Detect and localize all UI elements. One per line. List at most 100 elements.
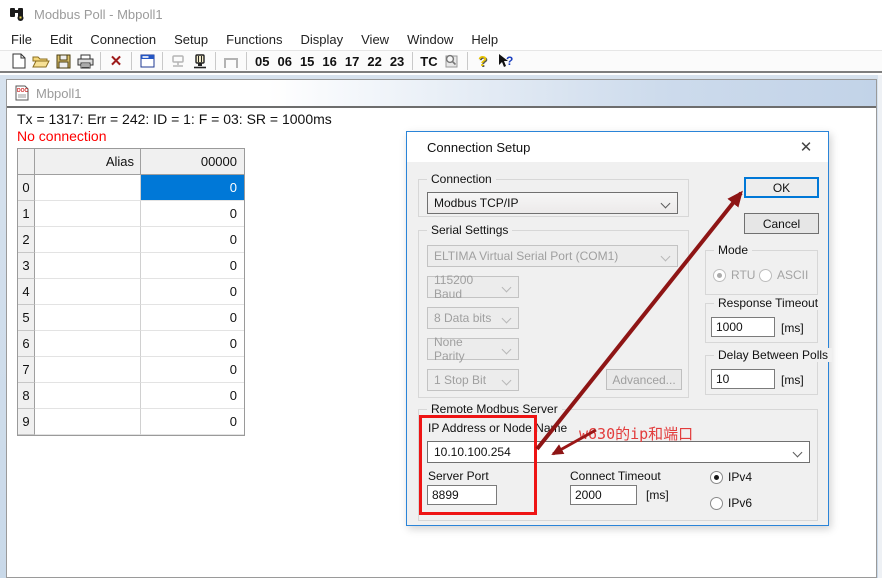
document-title: Mbpoll1 [36, 86, 82, 101]
fc-15-button[interactable]: 15 [296, 54, 318, 69]
close-icon[interactable]: ✕ [796, 138, 816, 156]
response-timeout-unit: [ms] [781, 321, 804, 335]
row-header[interactable]: 6 [18, 331, 35, 357]
delay-input[interactable] [711, 369, 775, 389]
print-icon[interactable] [74, 52, 96, 71]
value-cell[interactable]: 0 [141, 253, 244, 279]
value-cell[interactable]: 0 [141, 409, 244, 435]
menu-connection[interactable]: Connection [81, 29, 165, 50]
row-header[interactable]: 2 [18, 227, 35, 253]
fc-06-button[interactable]: 06 [273, 54, 295, 69]
fc-16-button[interactable]: 16 [318, 54, 340, 69]
fc-23-button[interactable]: 23 [386, 54, 408, 69]
alias-cell[interactable] [35, 175, 141, 201]
value-column-header[interactable]: 00000 [141, 149, 244, 175]
menu-edit[interactable]: Edit [41, 29, 81, 50]
register-grid: Alias 00000 0 0 1 0 2 0 3 0 4 0 5 [17, 148, 245, 436]
response-timeout-input[interactable] [711, 317, 775, 337]
cancel-button[interactable]: Cancel [744, 213, 819, 234]
value-cell[interactable]: 0 [141, 227, 244, 253]
value-cell[interactable]: 0 [141, 305, 244, 331]
test-center-button[interactable]: TC [417, 54, 440, 69]
context-help-icon[interactable]: ? [494, 52, 516, 71]
poll-setup-icon[interactable] [189, 52, 211, 71]
ipv4-radio[interactable]: IPv4 [710, 470, 752, 484]
zoom-doc-icon[interactable] [441, 52, 463, 71]
row-header[interactable]: 8 [18, 383, 35, 409]
fc-17-button[interactable]: 17 [341, 54, 363, 69]
table-row: 1 0 [18, 201, 244, 227]
advanced-button: Advanced... [606, 369, 682, 390]
table-row: 5 0 [18, 305, 244, 331]
alias-cell[interactable] [35, 253, 141, 279]
serial-settings-group-label: Serial Settings [427, 223, 512, 237]
connection-status: No connection [17, 128, 107, 144]
alias-cell[interactable] [35, 383, 141, 409]
data-bits-select: 8 Data bits [427, 307, 519, 329]
fc-05-button[interactable]: 05 [251, 54, 273, 69]
menu-file[interactable]: File [2, 29, 41, 50]
display-window-icon[interactable] [136, 52, 158, 71]
row-header[interactable]: 5 [18, 305, 35, 331]
row-header[interactable]: 9 [18, 409, 35, 435]
alias-cell[interactable] [35, 279, 141, 305]
value-cell[interactable]: 0 [141, 383, 244, 409]
connection-group-label: Connection [427, 172, 496, 186]
stop-bits-value: 1 Stop Bit [434, 373, 486, 387]
menu-view[interactable]: View [352, 29, 398, 50]
value-cell[interactable]: 0 [141, 201, 244, 227]
alias-cell[interactable] [35, 201, 141, 227]
connect-timeout-input[interactable] [570, 485, 637, 505]
row-header[interactable]: 1 [18, 201, 35, 227]
new-file-icon[interactable] [8, 52, 30, 71]
toolbar-separator [412, 52, 413, 70]
ok-button[interactable]: OK [744, 177, 819, 198]
row-header[interactable]: 3 [18, 253, 35, 279]
menu-functions[interactable]: Functions [217, 29, 291, 50]
radio-icon [710, 471, 723, 484]
menu-setup[interactable]: Setup [165, 29, 217, 50]
menu-help[interactable]: Help [462, 29, 507, 50]
value-cell[interactable]: 0 [141, 357, 244, 383]
chevron-down-icon [502, 345, 512, 355]
alias-cell[interactable] [35, 227, 141, 253]
window-title: Modbus Poll - Mbpoll1 [34, 7, 163, 22]
toolbar-separator [246, 52, 247, 70]
pulse-icon [220, 52, 242, 71]
alias-cell[interactable] [35, 305, 141, 331]
menu-display[interactable]: Display [292, 29, 353, 50]
chevron-down-icon [793, 448, 803, 458]
ipv6-radio[interactable]: IPv6 [710, 496, 752, 510]
svg-text:DOC: DOC [17, 88, 29, 94]
value-cell[interactable]: 0 [141, 331, 244, 357]
rtu-radio: RTU [713, 268, 755, 282]
row-header[interactable]: 0 [18, 175, 35, 201]
alias-cell[interactable] [35, 357, 141, 383]
alias-cell[interactable] [35, 409, 141, 435]
alias-column-header[interactable]: Alias [35, 149, 141, 175]
fc-22-button[interactable]: 22 [363, 54, 385, 69]
alias-cell[interactable] [35, 331, 141, 357]
response-timeout-label: Response Timeout [714, 296, 822, 310]
open-file-icon[interactable] [30, 52, 52, 71]
delay-group-label: Delay Between Polls [714, 348, 832, 362]
row-header[interactable]: 4 [18, 279, 35, 305]
menu-window[interactable]: Window [398, 29, 462, 50]
disconnect-icon[interactable]: ✕ [105, 52, 127, 71]
connection-type-select[interactable]: Modbus TCP/IP [427, 192, 678, 214]
save-icon[interactable] [52, 52, 74, 71]
toolbar: ✕ 05 06 15 16 17 22 23 TC ? ? [0, 50, 882, 73]
chevron-down-icon [502, 283, 512, 293]
parity-select: None Parity [427, 338, 519, 360]
table-row: 0 0 [18, 175, 244, 201]
menu-bar: File Edit Connection Setup Functions Dis… [0, 28, 882, 50]
about-help-icon[interactable]: ? [472, 52, 494, 71]
value-cell[interactable]: 0 [141, 279, 244, 305]
data-bits-value: 8 Data bits [434, 311, 491, 325]
document-titlebar[interactable]: DOC Mbpoll1 [7, 80, 876, 108]
chevron-down-icon [502, 376, 512, 386]
row-header[interactable]: 7 [18, 357, 35, 383]
value-cell-selected[interactable]: 0 [141, 175, 244, 201]
poll-status-line: Tx = 1317: Err = 242: ID = 1: F = 03: SR… [17, 111, 332, 127]
connect-timeout-unit: [ms] [646, 488, 669, 502]
